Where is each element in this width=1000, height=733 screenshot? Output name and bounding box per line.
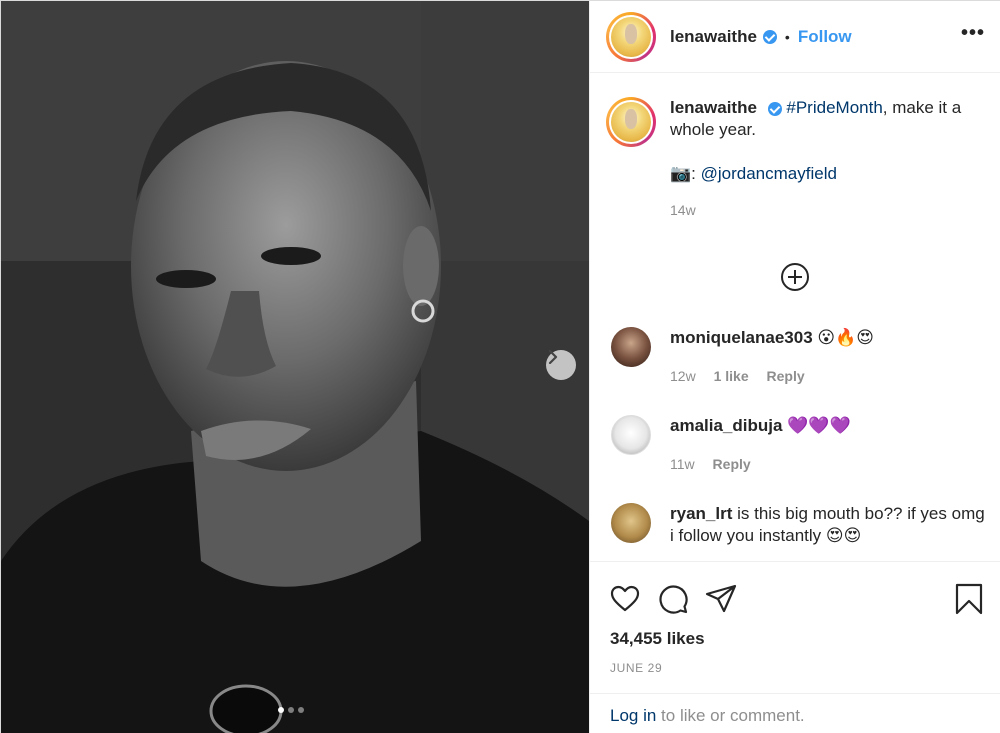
comment-text: 😮🔥😍 <box>817 328 875 347</box>
caption-text: lenawaithe #PrideMonth, make it a whole … <box>670 97 985 221</box>
comment-body: amalia_dibuja 💜💜💜 11w Reply <box>670 415 851 475</box>
portrait-illustration <box>1 1 589 733</box>
caption-age: 14w <box>670 202 696 218</box>
verified-badge-icon <box>762 29 777 44</box>
verified-badge-icon <box>767 101 782 116</box>
more-options-icon[interactable]: ••• <box>961 23 985 51</box>
follow-button[interactable]: Follow <box>798 27 852 47</box>
author-avatar[interactable] <box>606 11 656 62</box>
comment-username[interactable]: ryan_lrt <box>670 504 732 523</box>
comment-username[interactable]: amalia_dibuja <box>670 416 782 435</box>
carousel-dot-2 <box>288 707 294 713</box>
reply-button[interactable]: Reply <box>713 456 751 472</box>
instagram-post: lenawaithe • Follow ••• lenawaithe #Prid… <box>0 0 1000 733</box>
commenter-avatar[interactable] <box>611 503 651 543</box>
camera-emoji: 📷: <box>670 164 696 183</box>
comment-age: 11w <box>670 456 695 472</box>
author-username[interactable]: lenawaithe <box>670 27 757 47</box>
login-link[interactable]: Log in <box>610 706 656 725</box>
mention-link[interactable]: @jordancmayfield <box>701 164 837 183</box>
share-icon[interactable] <box>705 583 737 615</box>
separator: • <box>784 28 790 45</box>
commenter-avatar[interactable] <box>611 415 651 455</box>
comment-icon[interactable] <box>657 583 689 615</box>
comment-item: ryan_lrt is this big mouth bo?? if yes o… <box>606 503 985 547</box>
comments-list[interactable]: lenawaithe #PrideMonth, make it a whole … <box>590 73 1000 560</box>
heart-icon[interactable] <box>609 583 641 615</box>
post-header: lenawaithe • Follow ••• <box>590 1 1000 73</box>
login-prompt: Log in to like or comment. <box>590 693 1000 733</box>
caption-avatar[interactable] <box>606 97 656 147</box>
comment-username[interactable]: moniquelanae303 <box>670 328 813 347</box>
likes-count[interactable]: 34,455 likes <box>590 620 1000 649</box>
comment-body: moniquelanae303 😮🔥😍 12w 1 like Reply <box>670 327 874 387</box>
comment-item: amalia_dibuja 💜💜💜 11w Reply <box>606 415 985 475</box>
comment-age: 12w <box>670 368 696 384</box>
bookmark-icon[interactable] <box>953 583 985 615</box>
carousel-dot-3 <box>298 707 304 713</box>
next-image-button[interactable] <box>546 350 576 380</box>
caption-username[interactable]: lenawaithe <box>670 98 757 117</box>
post-photo[interactable] <box>1 1 589 733</box>
plus-circle-icon[interactable] <box>780 262 810 292</box>
reply-button[interactable]: Reply <box>767 368 805 384</box>
post-actions: 34,455 likes JUNE 29 <box>590 561 1000 675</box>
login-text: to like or comment. <box>656 706 805 725</box>
chevron-right-icon <box>548 350 558 364</box>
hashtag-link[interactable]: #PrideMonth <box>786 98 882 117</box>
post-date: JUNE 29 <box>610 661 663 675</box>
commenter-avatar[interactable] <box>611 327 651 367</box>
comment-likes[interactable]: 1 like <box>714 368 749 384</box>
post-details-panel: lenawaithe • Follow ••• lenawaithe #Prid… <box>589 1 1000 733</box>
caption: lenawaithe #PrideMonth, make it a whole … <box>606 97 985 221</box>
comment-text: 💜💜💜 <box>787 416 851 435</box>
comment-body: ryan_lrt is this big mouth bo?? if yes o… <box>670 503 985 547</box>
carousel-indicator <box>278 707 304 713</box>
carousel-dot-1 <box>278 707 284 713</box>
comment-item: moniquelanae303 😮🔥😍 12w 1 like Reply <box>606 327 985 387</box>
action-bar <box>590 562 1000 620</box>
